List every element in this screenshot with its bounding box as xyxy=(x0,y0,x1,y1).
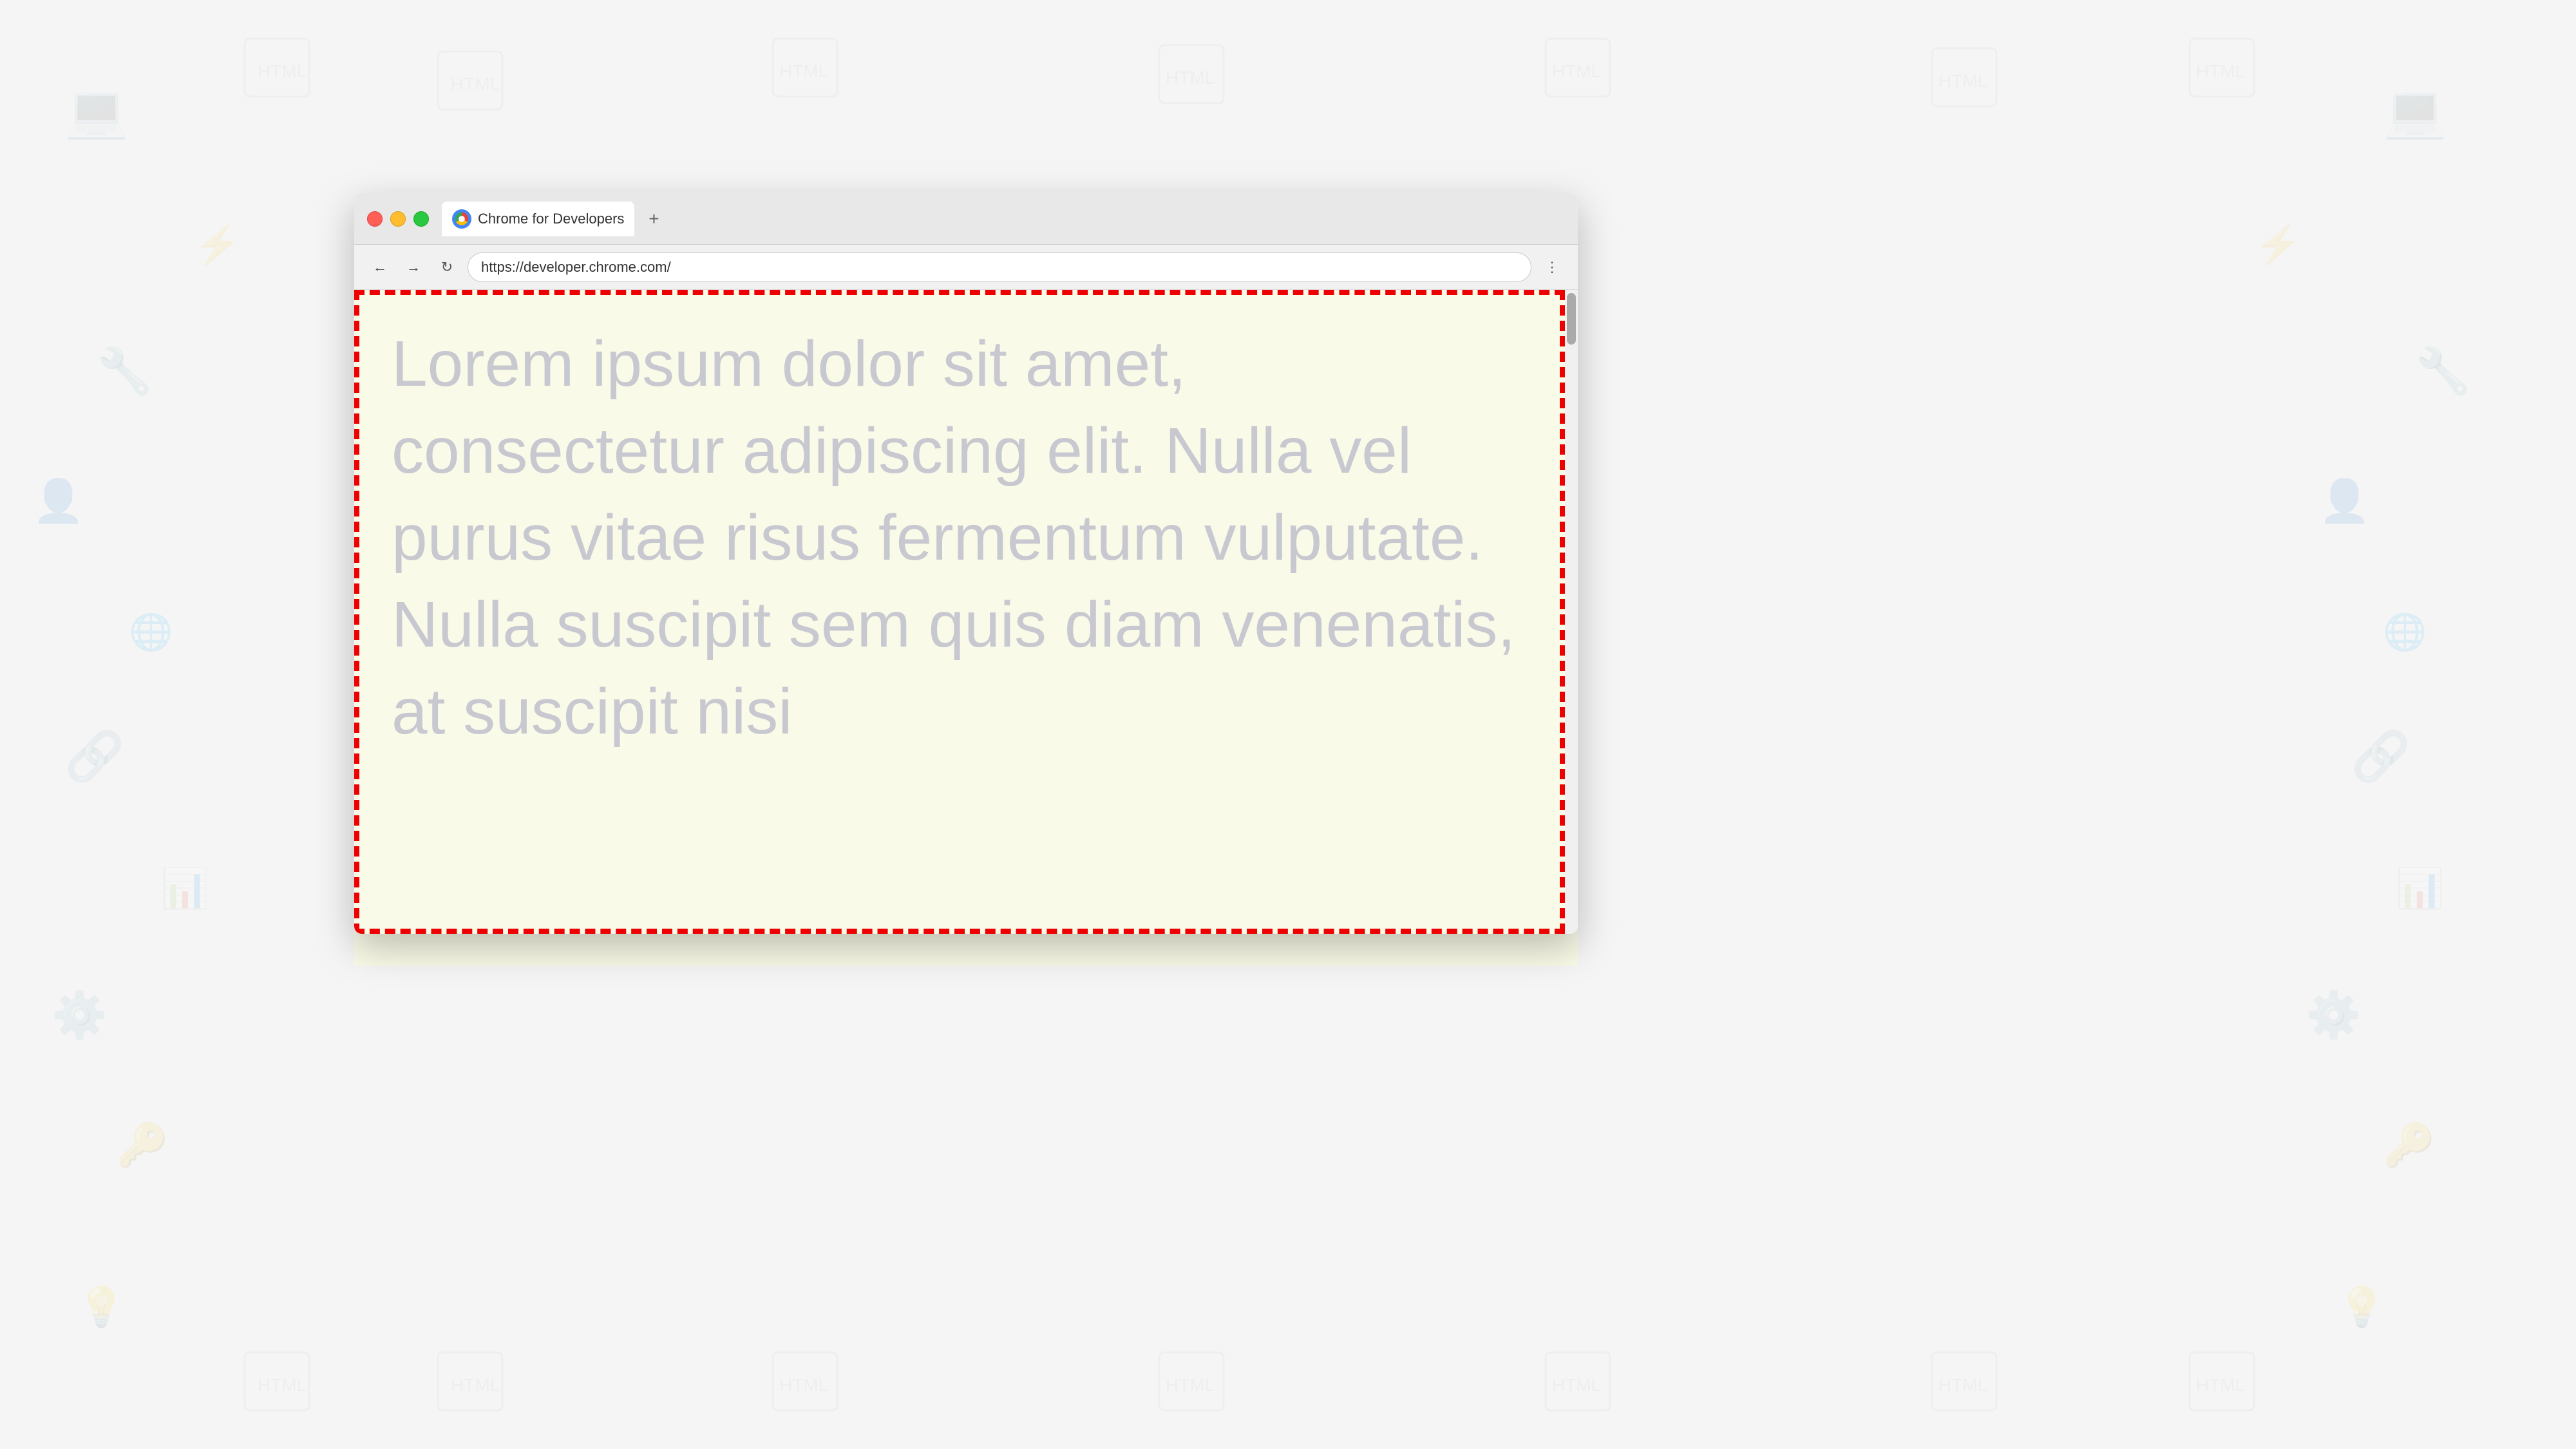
svg-text:🔑: 🔑 xyxy=(2383,1120,2435,1170)
title-bar: Chrome for Developers + xyxy=(354,193,1578,245)
svg-text:HTML: HTML xyxy=(779,1375,828,1395)
back-button[interactable]: ← xyxy=(367,254,393,280)
reload-button[interactable]: ↻ xyxy=(434,254,460,280)
svg-text:HTML: HTML xyxy=(1552,61,1601,81)
page-content: Lorem ipsum dolor sit amet, consectetur … xyxy=(354,290,1565,934)
active-tab[interactable]: Chrome for Developers xyxy=(442,202,634,236)
svg-text:👤: 👤 xyxy=(32,477,84,525)
svg-text:HTML: HTML xyxy=(258,1375,307,1395)
svg-text:HTML: HTML xyxy=(451,1375,500,1395)
nav-bar: ← → ↻ https://developer.chrome.com/ ⋮ xyxy=(354,245,1578,290)
browser-window: Chrome for Developers + ← → ↻ https://de… xyxy=(354,193,1578,934)
content-wrapper: Lorem ipsum dolor sit amet, consectetur … xyxy=(354,290,1578,934)
svg-text:🔑: 🔑 xyxy=(116,1120,168,1170)
svg-text:🌐: 🌐 xyxy=(129,612,173,652)
svg-text:HTML: HTML xyxy=(451,74,500,94)
new-tab-button[interactable]: + xyxy=(641,206,667,232)
svg-text:📊: 📊 xyxy=(161,866,209,911)
tab-title: Chrome for Developers xyxy=(478,211,624,227)
minimize-button[interactable] xyxy=(390,211,406,227)
svg-text:🔗: 🔗 xyxy=(2351,727,2410,785)
svg-text:⚡: ⚡ xyxy=(2254,222,2302,267)
chrome-logo-icon xyxy=(452,209,471,229)
svg-text:🔧: 🔧 xyxy=(2415,344,2471,397)
close-button[interactable] xyxy=(367,211,383,227)
svg-text:💻: 💻 xyxy=(64,82,129,140)
svg-text:💻: 💻 xyxy=(2383,82,2447,140)
forward-button[interactable]: → xyxy=(401,254,426,280)
svg-text:HTML: HTML xyxy=(1938,71,1987,91)
svg-text:HTML: HTML xyxy=(1552,1375,1601,1395)
svg-text:💡: 💡 xyxy=(77,1285,126,1329)
svg-text:HTML: HTML xyxy=(1938,1375,1987,1395)
svg-text:🔗: 🔗 xyxy=(64,727,124,785)
svg-text:⚙️: ⚙️ xyxy=(2306,989,2362,1041)
address-bar[interactable]: https://developer.chrome.com/ xyxy=(468,252,1531,282)
maximize-button[interactable] xyxy=(413,211,429,227)
tab-bar: Chrome for Developers + xyxy=(442,202,1565,236)
svg-text:HTML: HTML xyxy=(2196,1375,2245,1395)
svg-text:HTML: HTML xyxy=(2196,61,2245,81)
scrollbar-thumb[interactable] xyxy=(1567,293,1576,345)
svg-text:HTML: HTML xyxy=(779,61,828,81)
lorem-ipsum-text: Lorem ipsum dolor sit amet, consectetur … xyxy=(392,321,1528,755)
svg-text:📊: 📊 xyxy=(2396,866,2444,911)
svg-text:HTML: HTML xyxy=(1166,68,1215,88)
svg-text:⚙️: ⚙️ xyxy=(52,989,108,1041)
svg-text:HTML: HTML xyxy=(258,61,307,81)
svg-text:💡: 💡 xyxy=(2338,1285,2386,1329)
browser-menu-button[interactable]: ⋮ xyxy=(1539,254,1565,280)
scrollbar[interactable] xyxy=(1565,290,1578,934)
svg-text:👤: 👤 xyxy=(2318,477,2371,525)
svg-text:HTML: HTML xyxy=(1166,1375,1215,1395)
svg-text:⚡: ⚡ xyxy=(193,222,242,267)
traffic-lights xyxy=(367,211,429,227)
svg-text:🔧: 🔧 xyxy=(97,344,153,397)
svg-text:🌐: 🌐 xyxy=(2383,612,2427,652)
url-text: https://developer.chrome.com/ xyxy=(481,259,671,276)
